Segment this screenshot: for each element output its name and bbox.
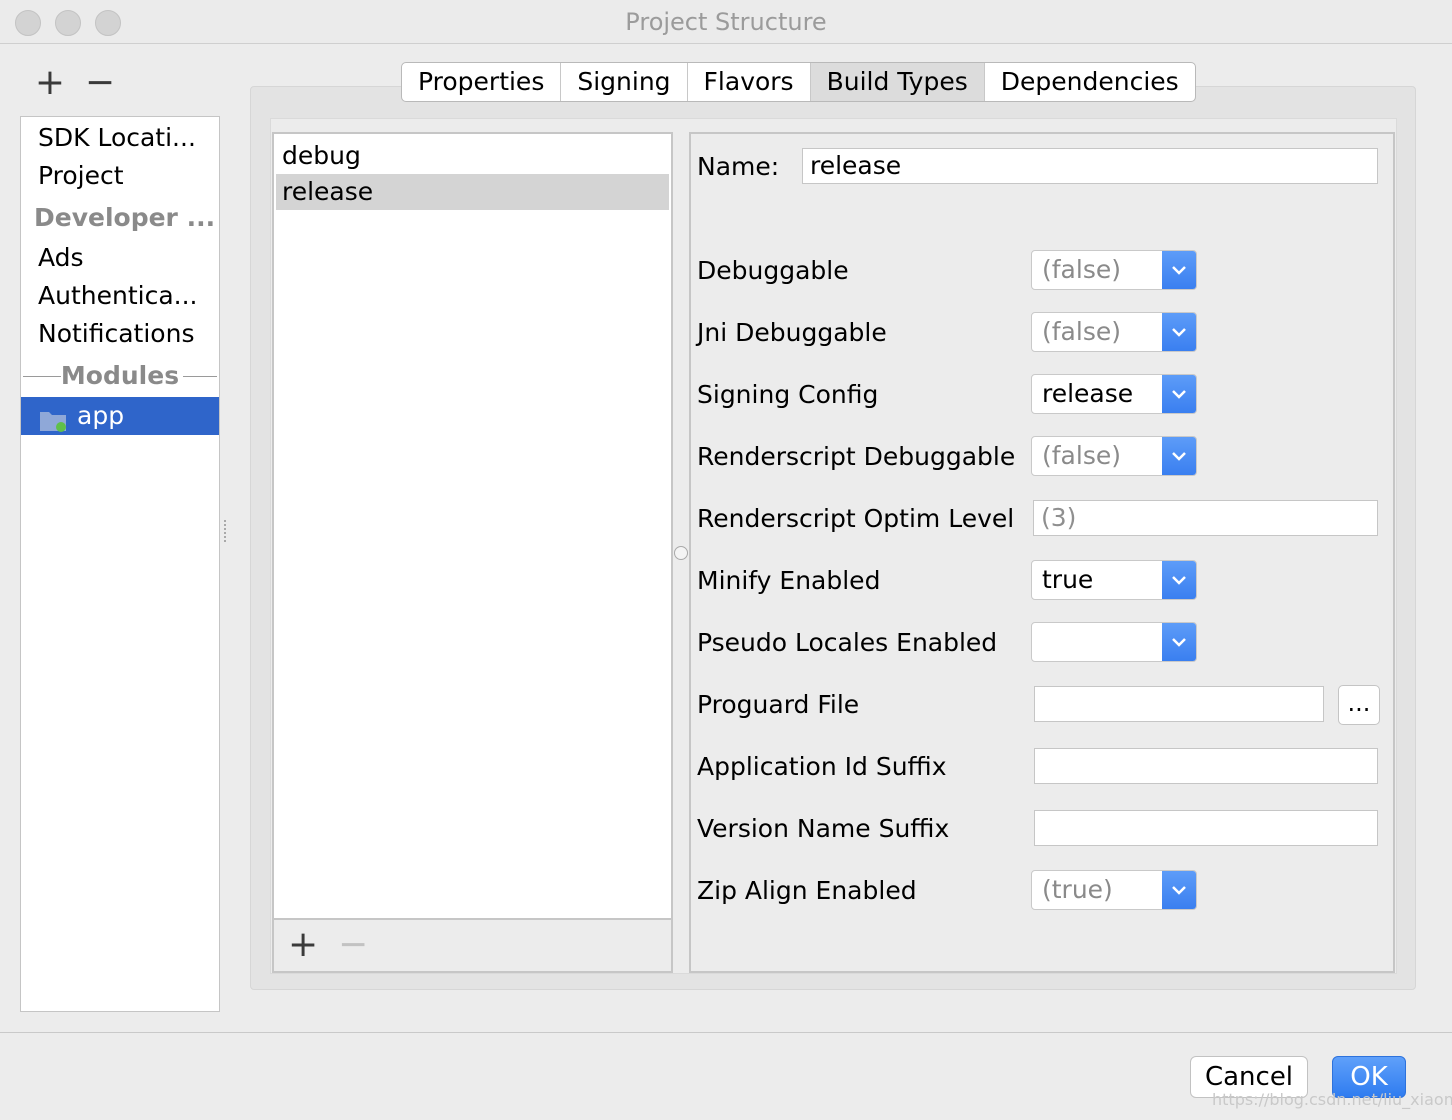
sidebar: SDK Locati... Project Developer ... Ads … <box>20 116 220 1012</box>
tab-dependencies[interactable]: Dependencies <box>985 63 1195 101</box>
sidebar-header-developer-services: Developer ... <box>34 203 216 232</box>
signing-config-label: Signing Config <box>697 380 879 409</box>
chevron-down-icon[interactable] <box>1162 623 1196 661</box>
remove-module-button[interactable]: − <box>80 64 120 104</box>
jni-debuggable-value: (false) <box>1042 317 1121 346</box>
sidebar-item-project[interactable]: Project <box>21 157 219 195</box>
title-bar: Project Structure <box>0 0 1452 44</box>
remove-build-type-button[interactable]: − <box>338 924 368 965</box>
chevron-down-icon[interactable] <box>1162 437 1196 475</box>
renderscript-optim-level-field[interactable]: (3) <box>1033 500 1378 536</box>
sidebar-item-notifications[interactable]: Notifications <box>21 315 219 353</box>
chevron-down-icon[interactable] <box>1162 375 1196 413</box>
list-item-release[interactable]: release <box>276 174 669 210</box>
debuggable-select[interactable]: (false) <box>1031 250 1197 290</box>
sidebar-item-app-label: app <box>77 401 125 430</box>
build-types-list: debug release <box>272 132 673 973</box>
chevron-down-icon[interactable] <box>1162 251 1196 289</box>
tab-bar: Properties Signing Flavors Build Types D… <box>401 62 1196 102</box>
debuggable-label: Debuggable <box>697 256 849 285</box>
chevron-down-icon[interactable] <box>1162 313 1196 351</box>
renderscript-debuggable-select[interactable]: (false) <box>1031 436 1197 476</box>
version-name-suffix-label: Version Name Suffix <box>697 814 950 843</box>
minify-enabled-select[interactable]: true <box>1031 560 1197 600</box>
zip-align-enabled-label: Zip Align Enabled <box>697 876 917 905</box>
zip-align-enabled-value: (true) <box>1042 875 1113 904</box>
renderscript-debuggable-label: Renderscript Debuggable <box>697 442 1016 471</box>
window-title: Project Structure <box>625 8 827 36</box>
tab-build-types[interactable]: Build Types <box>810 63 985 101</box>
application-id-suffix-label: Application Id Suffix <box>697 752 947 781</box>
chevron-down-icon[interactable] <box>1162 871 1196 909</box>
debuggable-value: (false) <box>1042 255 1121 284</box>
tab-signing[interactable]: Signing <box>561 63 688 101</box>
tab-flavors[interactable]: Flavors <box>688 63 811 101</box>
sidebar-item-sdk-location[interactable]: SDK Locati... <box>21 119 219 157</box>
signing-config-select[interactable]: release <box>1031 374 1197 414</box>
sidebar-splitter-handle[interactable] <box>222 518 228 548</box>
renderscript-optim-level-label: Renderscript Optim Level <box>697 504 1015 533</box>
minify-enabled-value: true <box>1042 565 1094 594</box>
proguard-browse-button[interactable]: ... <box>1338 685 1380 725</box>
add-module-button[interactable]: + <box>30 64 70 104</box>
version-name-suffix-field[interactable] <box>1034 810 1378 846</box>
chevron-down-icon[interactable] <box>1162 561 1196 599</box>
name-label: Name: <box>697 152 780 181</box>
sidebar-item-app[interactable]: app <box>21 397 219 435</box>
watermark: https://blog.csdn.net/liu_xiaomo <box>1212 1090 1452 1109</box>
module-folder-icon <box>39 406 67 432</box>
panel-splitter-handle[interactable] <box>674 546 688 560</box>
minify-enabled-label: Minify Enabled <box>697 566 881 595</box>
add-build-type-button[interactable]: + <box>288 924 318 965</box>
jni-debuggable-label: Jni Debuggable <box>697 318 887 347</box>
proguard-file-field[interactable] <box>1034 686 1324 722</box>
footer-separator <box>0 1032 1452 1033</box>
proguard-file-label: Proguard File <box>697 690 860 719</box>
application-id-suffix-field[interactable] <box>1034 748 1378 784</box>
renderscript-debuggable-value: (false) <box>1042 441 1121 470</box>
modules-header: Modules <box>60 361 180 390</box>
list-toolbar: + − <box>272 918 673 973</box>
list-item-debug[interactable]: debug <box>276 138 669 174</box>
jni-debuggable-select[interactable]: (false) <box>1031 312 1197 352</box>
sidebar-item-authentication[interactable]: Authentica... <box>21 277 219 315</box>
modules-separator: Modules <box>21 357 219 395</box>
name-field[interactable]: release <box>802 148 1378 184</box>
pseudo-locales-enabled-label: Pseudo Locales Enabled <box>697 628 998 657</box>
pseudo-locales-enabled-select[interactable] <box>1031 622 1197 662</box>
sidebar-item-ads[interactable]: Ads <box>21 239 219 277</box>
tab-properties[interactable]: Properties <box>402 63 562 101</box>
zip-align-enabled-select[interactable]: (true) <box>1031 870 1197 910</box>
signing-config-value: release <box>1042 379 1134 408</box>
